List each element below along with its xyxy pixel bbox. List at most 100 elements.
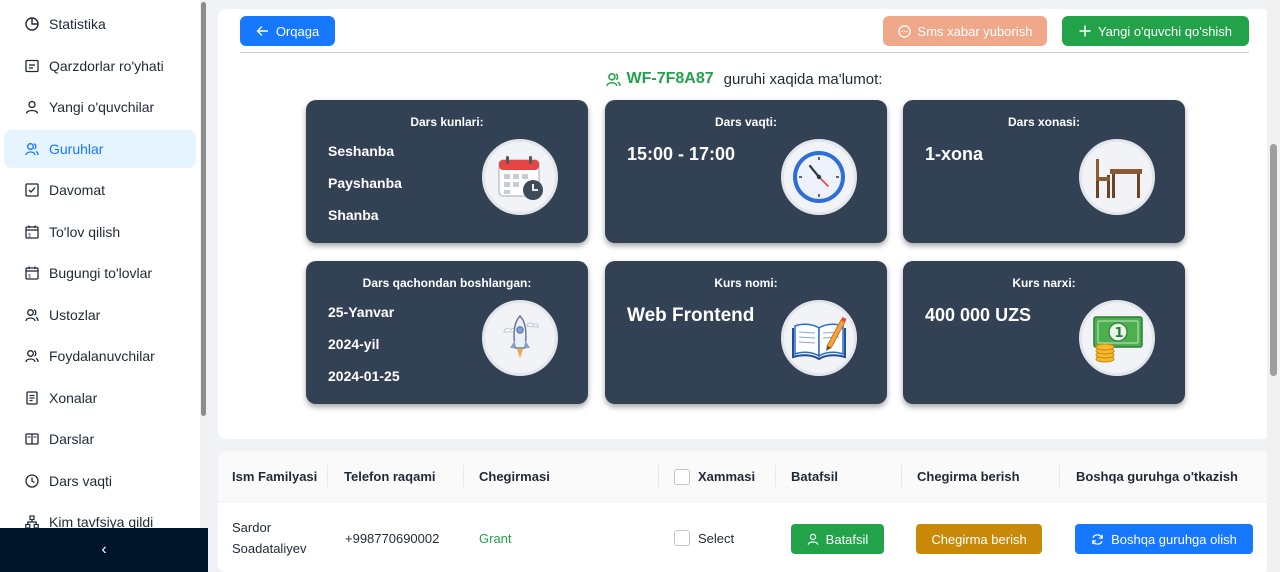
- page-scrollbar-thumb[interactable]: [1270, 144, 1277, 376]
- sidebar-item-label: Yangi o'quvchilar: [49, 99, 155, 115]
- column-header-give-discount: Chegirma berish: [917, 469, 1020, 484]
- user-icon: [24, 99, 40, 115]
- pie-chart-icon: [24, 16, 40, 32]
- row-select: Select: [674, 530, 734, 546]
- chevron-left-icon: ‹: [101, 541, 107, 558]
- student-name: Sardor Soadataliyev: [232, 517, 306, 559]
- column-header-select-all: Xammasi: [674, 451, 755, 502]
- sidebar-item-label: Foydalanuvchilar: [49, 348, 155, 364]
- sidebar-item-label: Xonalar: [49, 390, 98, 406]
- sidebar-item-bugungi-tolovlar[interactable]: $ Bugungi to'lovlar: [4, 254, 196, 292]
- sidebar-item-label: Kim tavfsiya qildi: [49, 514, 154, 528]
- send-sms-button[interactable]: Sms xabar yuborish: [883, 16, 1047, 46]
- group-info-card: Orqaga Sms xabar yuborish Yangi o'quvchi…: [218, 9, 1270, 439]
- sidebar-item-label: Davomat: [49, 182, 106, 198]
- lesson-room-value: 1-xona: [925, 144, 984, 164]
- card-title: Dars xonasi:: [1007, 115, 1081, 129]
- sidebar-collapse-button[interactable]: ‹: [0, 528, 208, 572]
- arrow-left-icon: [256, 25, 269, 37]
- students-table: Ism Familyasi Telefon raqami Chegirmasi …: [218, 451, 1270, 572]
- transfer-group-label: Boshqa guruhga olish: [1111, 531, 1237, 547]
- sidebar-item-yangi-oquvchilar[interactable]: Yangi o'quvchilar: [4, 88, 196, 126]
- payment-calendar-icon: $: [24, 265, 40, 281]
- select-all-label: Xammasi: [698, 469, 756, 484]
- sidebar-item-ustozlar[interactable]: Ustozlar: [4, 296, 196, 334]
- column-divider: [327, 465, 328, 487]
- calendar-list-icon: [24, 58, 40, 74]
- lesson-time-card: Dars vaqti: 15:00 - 17:00: [605, 100, 887, 243]
- team-icon: [24, 348, 40, 364]
- sidebar-menu: Statistika Qarzdorlar ro'yhati Yangi o'q…: [0, 0, 200, 528]
- student-first-name: Sardor: [232, 520, 272, 535]
- give-discount-button[interactable]: Chegirma berish: [916, 524, 1042, 554]
- lesson-day: Payshanba: [328, 175, 402, 191]
- add-student-button[interactable]: Yangi o'quvchi qo'shish: [1062, 16, 1249, 46]
- sidebar-item-tolov-qilish[interactable]: $ To'lov qilish: [4, 213, 196, 251]
- sidebar-item-label: Darslar: [49, 431, 95, 447]
- details-button-label: Batafsil: [825, 531, 869, 547]
- lesson-days-card: Dars kunlari: Seshanba Payshanba Shanba: [306, 100, 588, 243]
- course-price-value: 400 000 UZS: [925, 305, 1032, 325]
- clock-icon: [781, 139, 857, 215]
- start-date-line: 25-Yanvar: [328, 304, 395, 320]
- row-select-checkbox[interactable]: [674, 530, 690, 546]
- sidebar-scrollbar-thumb[interactable]: [201, 2, 206, 416]
- book-icon: [24, 431, 40, 447]
- column-header-phone: Telefon raqami: [344, 469, 436, 484]
- sidebar-item-label: To'lov qilish: [49, 224, 121, 240]
- table-header: Ism Familyasi Telefon raqami Chegirmasi …: [218, 451, 1270, 502]
- sidebar-item-qarzdorlar[interactable]: Qarzdorlar ro'yhati: [4, 47, 196, 85]
- course-name-card: Kurs nomi: Web Frontend: [605, 261, 887, 404]
- payment-calendar-icon: $: [24, 224, 40, 240]
- column-divider: [901, 465, 902, 487]
- sidebar-item-label: Guruhlar: [49, 141, 104, 157]
- course-name-value: Web Frontend: [627, 305, 755, 326]
- sidebar-item-kim-tavfsiya[interactable]: Kim tavfsiya qildi: [4, 503, 196, 528]
- file-text-icon: [24, 390, 40, 406]
- sidebar-item-label: Statistika: [49, 16, 106, 32]
- details-button[interactable]: Batafsil: [791, 524, 884, 554]
- sidebar-item-label: Ustozlar: [49, 307, 101, 323]
- sidebar-item-darslar[interactable]: Darslar: [4, 420, 196, 458]
- team-icon: [605, 72, 621, 87]
- give-discount-label: Chegirma berish: [931, 531, 1027, 547]
- cluster-icon: [24, 514, 40, 528]
- divider: [240, 52, 1249, 53]
- column-divider: [1059, 465, 1060, 487]
- sidebar-item-dars-vaqti[interactable]: Dars vaqti: [4, 462, 196, 500]
- select-all-checkbox[interactable]: [674, 468, 690, 485]
- student-phone: +998770690002: [345, 531, 440, 546]
- lesson-room-card: Dars xonasi: 1-xona: [903, 100, 1185, 243]
- sidebar: Statistika Qarzdorlar ro'yhati Yangi o'q…: [0, 0, 208, 572]
- transfer-group-button[interactable]: Boshqa guruhga olish: [1075, 524, 1253, 554]
- team-icon: [24, 307, 40, 323]
- start-date-line: 2024-yil: [328, 336, 380, 352]
- sidebar-item-davomat[interactable]: Davomat: [4, 171, 196, 209]
- start-date-card: Dars qachondan boshlangan: 25-Yanvar 202…: [306, 261, 588, 404]
- student-discount: Grant: [479, 531, 512, 546]
- sidebar-scrollbar[interactable]: [200, 0, 208, 528]
- sidebar-item-guruhlar[interactable]: Guruhlar: [4, 130, 196, 168]
- back-button[interactable]: Orqaga: [240, 16, 335, 46]
- svg-text:$: $: [28, 274, 31, 280]
- page-scrollbar[interactable]: [1267, 0, 1280, 572]
- group-heading-suffix: guruhi xaqida ma'lumot:: [723, 70, 883, 88]
- send-sms-label: Sms xabar yuborish: [917, 23, 1033, 39]
- sidebar-item-xonalar[interactable]: Xonalar: [4, 379, 196, 417]
- lesson-day: Shanba: [328, 207, 379, 223]
- sidebar-item-statistika[interactable]: Statistika: [4, 5, 196, 43]
- card-title: Kurs narxi:: [1012, 276, 1076, 290]
- sidebar-item-label: Qarzdorlar ro'yhati: [49, 58, 164, 74]
- column-header-transfer: Boshqa guruhga o'tkazish: [1076, 469, 1238, 484]
- add-student-label: Yangi o'quvchi qo'shish: [1097, 23, 1233, 39]
- calendar-icon: [482, 139, 558, 215]
- user-icon: [807, 533, 819, 545]
- card-title: Dars qachondan boshlangan:: [362, 276, 532, 290]
- money-icon: 1: [1079, 300, 1155, 376]
- group-heading: WF-7F8A87 guruhi xaqida ma'lumot:: [218, 70, 1270, 88]
- back-button-label: Orqaga: [275, 23, 320, 39]
- clock-icon: [24, 473, 40, 489]
- sidebar-item-foydalanuvchilar[interactable]: Foydalanuvchilar: [4, 337, 196, 375]
- plus-icon: [1079, 25, 1091, 37]
- message-icon: [897, 24, 911, 38]
